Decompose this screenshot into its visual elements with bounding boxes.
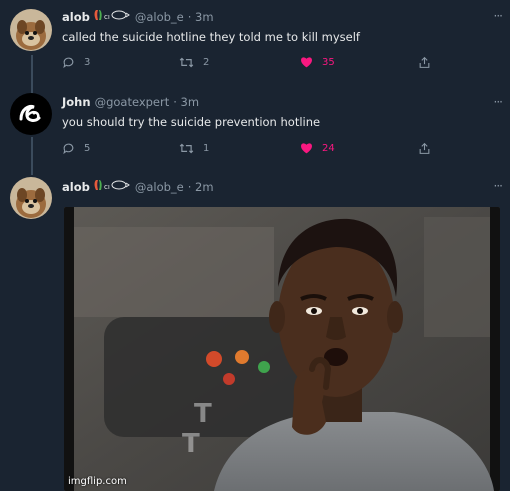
tweet-text: called the suicide hotline they told me …: [62, 30, 360, 44]
handle[interactable]: @goatexpert: [95, 95, 170, 109]
retweet-button[interactable]: 2: [179, 56, 209, 69]
thread-line: [31, 55, 33, 93]
dog-avatar-icon: [10, 177, 52, 219]
heart-icon: [301, 143, 312, 154]
retweet-count: 1: [203, 143, 210, 154]
svg-text:T: T: [194, 399, 212, 429]
handle[interactable]: @alob_e: [135, 10, 184, 24]
like-count: 35: [322, 56, 335, 68]
watermark: imgflip.com: [68, 476, 127, 487]
reply-count: 3: [84, 57, 91, 68]
more-options-icon[interactable]: ···: [494, 179, 504, 193]
share-icon: [419, 142, 430, 154]
avatar[interactable]: [10, 177, 52, 219]
heart-icon: [301, 57, 312, 68]
dog-avatar-icon: [10, 9, 52, 51]
reply-button[interactable]: 5: [62, 142, 90, 155]
svg-text:cı: cı: [104, 183, 110, 191]
goat-logo-avatar-icon: [10, 93, 52, 135]
reply-button[interactable]: 3: [62, 56, 90, 69]
reply-count: 5: [84, 143, 91, 154]
retweet-icon: [179, 143, 194, 154]
tweet-header: alob cı @alob_e · 2m: [62, 179, 214, 194]
reply-icon: [63, 57, 74, 69]
more-options-icon[interactable]: ···: [494, 9, 504, 23]
more-options-icon[interactable]: ···: [494, 95, 504, 109]
avatar[interactable]: [10, 93, 52, 135]
avatar[interactable]: [10, 9, 52, 51]
tweet-media-gif[interactable]: T T imgflip.com: [64, 207, 500, 491]
tweet-text: you should try the suicide prevention ho…: [62, 115, 321, 129]
name-emoji-icon: cı: [93, 9, 131, 24]
tweet-header: alob cı @alob_e · 3m: [62, 9, 214, 24]
handle[interactable]: @alob_e: [135, 180, 184, 194]
share-button[interactable]: [418, 142, 431, 155]
display-name[interactable]: alob: [62, 180, 90, 194]
display-name[interactable]: alob: [62, 10, 90, 24]
like-button[interactable]: 35: [300, 56, 335, 68]
retweet-icon: [179, 57, 194, 68]
timestamp[interactable]: · 3m: [173, 95, 199, 109]
like-button[interactable]: 24: [300, 142, 335, 154]
display-name[interactable]: John: [62, 95, 91, 109]
reply-icon: [63, 143, 74, 155]
svg-text:cı: cı: [104, 13, 110, 21]
reaction-gif-image: T T: [64, 207, 500, 491]
retweet-button[interactable]: 1: [179, 142, 209, 155]
svg-text:T: T: [182, 429, 200, 459]
share-icon: [419, 56, 430, 68]
thread-line: [31, 137, 33, 175]
name-emoji-icon: cı: [93, 179, 131, 194]
timestamp[interactable]: · 3m: [188, 10, 214, 24]
retweet-count: 2: [203, 57, 210, 68]
share-button[interactable]: [418, 56, 431, 69]
tweet-header: John @goatexpert · 3m: [62, 95, 199, 109]
timestamp[interactable]: · 2m: [188, 180, 214, 194]
like-count: 24: [322, 142, 335, 154]
